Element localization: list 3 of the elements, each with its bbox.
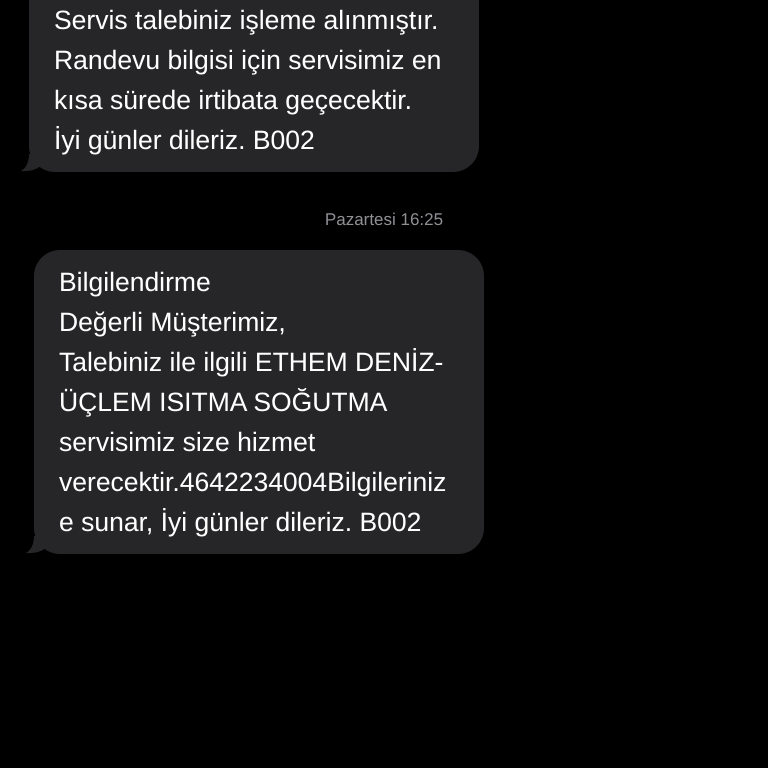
message-bubble: Bilgilendirme Değerli Müşterimiz, Talebiniz ile ilgili ETHEM DENİZ- ÜÇLEM ISITMA SOĞUTMA servisimiz size hizmet verecektir.4642234004Bilgileriniz e sunar, İyi günler dileriz. B002 (34, 250, 484, 554)
message-bubble: Servis talebiniz işleme alınmıştır. Randevu bilgisi için servisimiz en kısa sürede irtibata geçecektir. İyi günler dileriz. B002 (29, 0, 480, 172)
message-timestamp: Pazartesi 16:25 (324, 210, 444, 230)
